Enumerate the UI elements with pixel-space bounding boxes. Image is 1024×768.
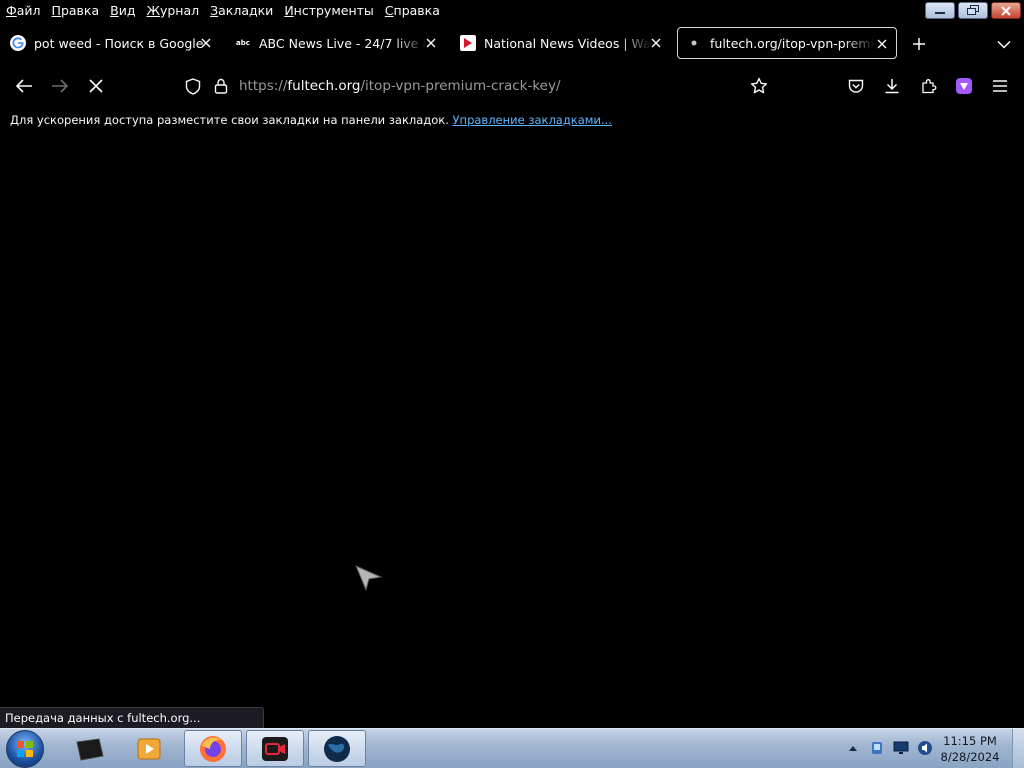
new-tab-button[interactable] [908, 33, 930, 55]
chevron-down-icon [997, 40, 1011, 49]
bookmarks-toolbar-hint: Для ускорения доступа разместите свои за… [10, 113, 612, 127]
display-monitor-icon[interactable] [893, 740, 909, 756]
show-hidden-icons-arrow-icon[interactable] [845, 740, 861, 756]
menu-view[interactable]: Вид [110, 1, 135, 21]
tab-close-icon[interactable] [874, 36, 890, 52]
forward-arrow-icon [52, 79, 69, 93]
taskbar-app-screen-recorder[interactable] [246, 730, 304, 767]
taskbar-app-dark-device[interactable] [60, 730, 118, 767]
taskbar-clock[interactable]: 11:15 PM 8/28/2024 [940, 733, 1000, 765]
hamburger-menu-icon [993, 80, 1007, 92]
mouse-cursor-icon [355, 565, 383, 595]
dark-device-icon [76, 737, 104, 761]
tab-google[interactable]: pot weed - Поиск в Google [2, 27, 220, 59]
menu-bookmarks[interactable]: Закладки [210, 1, 273, 21]
menu-tools[interactable]: Инструменты [284, 1, 373, 21]
start-button[interactable] [6, 730, 44, 768]
media-player-icon [137, 738, 161, 759]
extension-purple-button[interactable] [952, 75, 976, 97]
tracking-protection-shield-icon[interactable] [185, 78, 201, 99]
minimize-button[interactable] [925, 2, 955, 19]
stop-x-icon [89, 79, 103, 93]
network-phone-icon[interactable] [869, 740, 885, 756]
close-window-button[interactable] [991, 2, 1021, 19]
pocket-button[interactable] [844, 75, 868, 97]
forward-button[interactable] [48, 75, 72, 97]
tab-abc-news[interactable]: abc ABC News Live - 24/7 live news [227, 27, 445, 59]
tab-close-icon[interactable] [198, 35, 214, 51]
status-panel: Передача данных с fultech.org... [0, 707, 264, 729]
restore-button[interactable] [958, 2, 988, 19]
menu-bar: Файл Правка Вид Журнал Закладки Инструме… [0, 0, 1024, 22]
show-desktop-button[interactable] [1012, 729, 1024, 768]
address-bar[interactable]: https://fultech.org/itop-vpn-premium-cra… [180, 70, 780, 102]
tab-close-icon[interactable] [648, 35, 664, 51]
menu-edit[interactable]: Правка [52, 1, 100, 21]
puzzle-piece-icon [922, 79, 937, 94]
plus-icon [913, 38, 925, 50]
url-text[interactable]: https://fultech.org/itop-vpn-premium-cra… [239, 78, 561, 94]
bookmark-star-icon[interactable] [750, 77, 768, 99]
menu-history[interactable]: Журнал [146, 1, 199, 21]
download-icon [885, 79, 899, 94]
back-arrow-icon [15, 79, 32, 93]
screen-recorder-icon [262, 736, 288, 761]
tab-close-icon[interactable] [423, 35, 439, 51]
taskbar: 11:15 PM 8/28/2024 [0, 728, 1024, 768]
navigation-toolbar: https://fultech.org/itop-vpn-premium-cra… [0, 66, 1024, 106]
system-tray [845, 740, 933, 756]
downloads-button[interactable] [880, 75, 904, 97]
list-all-tabs-button[interactable] [993, 33, 1015, 55]
google-g-icon [10, 35, 26, 51]
close-icon [1001, 5, 1011, 16]
firefox-icon [200, 735, 226, 762]
loading-dot-icon [686, 35, 702, 51]
tab-national-news[interactable]: National News Videos | Watch [452, 27, 670, 59]
taskbar-app-firefox[interactable] [184, 730, 242, 767]
abc-logo-icon: abc [236, 39, 250, 47]
manage-bookmarks-link[interactable]: Управление закладками... [453, 113, 612, 127]
volume-speaker-icon[interactable] [917, 740, 933, 756]
pocket-icon [848, 79, 864, 93]
taskbar-app-globe[interactable] [308, 730, 366, 767]
minimize-icon [935, 11, 945, 14]
stop-loading-button[interactable] [84, 75, 108, 97]
taskbar-app-media-player[interactable] [120, 730, 178, 767]
windows-logo-icon [17, 741, 33, 757]
menu-file[interactable]: Файл [6, 1, 41, 21]
page-content[interactable] [0, 132, 1024, 728]
globe-icon [324, 735, 350, 762]
back-button[interactable] [12, 75, 36, 97]
tab-strip: pot weed - Поиск в Google abc ABC News L… [0, 25, 1024, 61]
app-menu-button[interactable] [988, 75, 1012, 97]
restore-icon [967, 5, 979, 15]
lock-icon[interactable] [214, 78, 228, 98]
window-controls [925, 2, 1021, 19]
shield-extension-icon [956, 78, 972, 94]
news-play-icon [460, 35, 476, 51]
extensions-button[interactable] [917, 75, 941, 97]
menu-help[interactable]: Справка [385, 1, 440, 21]
tab-fultech-active[interactable]: fultech.org/itop-vpn-premium- [677, 27, 897, 59]
